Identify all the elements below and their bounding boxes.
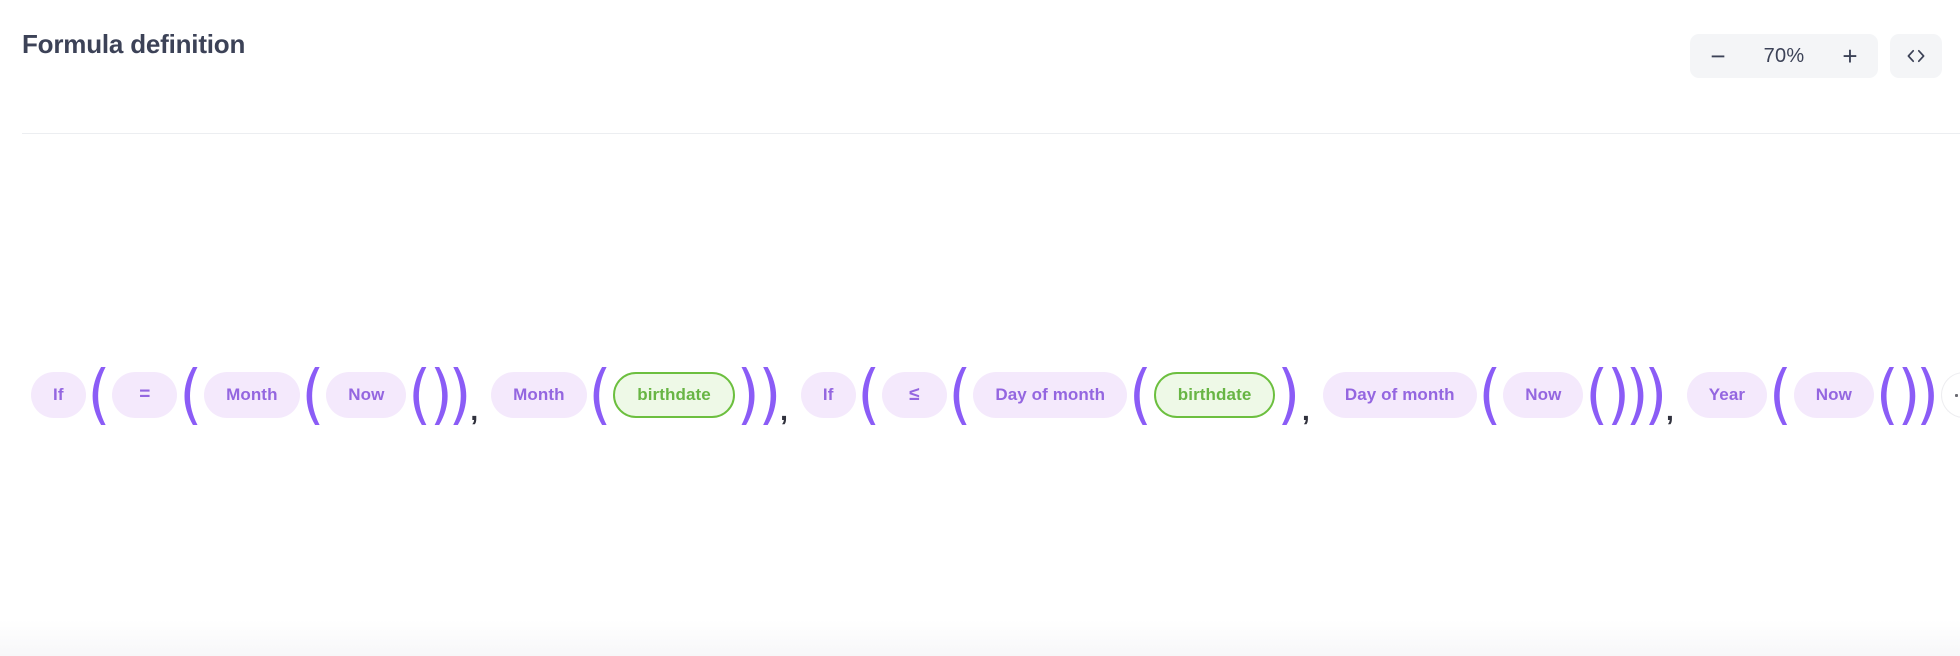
- formula-function-token[interactable]: Day of month: [973, 372, 1128, 418]
- formula-function-token[interactable]: Day of month: [1322, 372, 1477, 418]
- formula-function-token[interactable]: If: [800, 372, 856, 418]
- panel-header: Formula definition − 70% +: [0, 0, 1960, 134]
- code-view-button[interactable]: [1890, 34, 1942, 78]
- formula-operator-token[interactable]: =: [112, 372, 178, 418]
- formula-function-token[interactable]: Month: [204, 372, 300, 418]
- code-brackets-icon: [1903, 43, 1929, 69]
- formula-field-token[interactable]: birthdate: [1153, 372, 1276, 418]
- zoom-in-button[interactable]: +: [1828, 36, 1872, 76]
- formula-token-row: If(=(Month(Now()), Month(birthdate)), If(≤…: [30, 355, 1960, 435]
- formula-definition-panel: Formula definition − 70% + If(=(Month(No…: [0, 0, 1960, 656]
- formula-function-token[interactable]: Now: [1793, 372, 1874, 418]
- formula-function-token[interactable]: Now: [326, 372, 407, 418]
- formula-function-token[interactable]: If: [31, 372, 86, 418]
- formula-field-token[interactable]: birthdate: [613, 372, 735, 418]
- page-title: Formula definition: [22, 29, 246, 59]
- formula-canvas[interactable]: If(=(Month(Now()), Month(birthdate)), If(≤…: [0, 134, 1960, 656]
- zoom-control-group: − 70% +: [1690, 34, 1878, 78]
- header-actions: − 70% +: [1690, 34, 1942, 78]
- formula-clipped-token: [1940, 372, 1960, 418]
- formula-function-token[interactable]: Month: [491, 372, 587, 418]
- canvas-bottom-fade: [0, 620, 1960, 656]
- formula-function-token[interactable]: Now: [1503, 372, 1584, 418]
- zoom-out-button[interactable]: −: [1696, 36, 1740, 76]
- formula-operator-token[interactable]: ≤: [882, 372, 947, 418]
- zoom-level-value: 70%: [1763, 44, 1805, 67]
- formula-function-token[interactable]: Year: [1686, 372, 1768, 418]
